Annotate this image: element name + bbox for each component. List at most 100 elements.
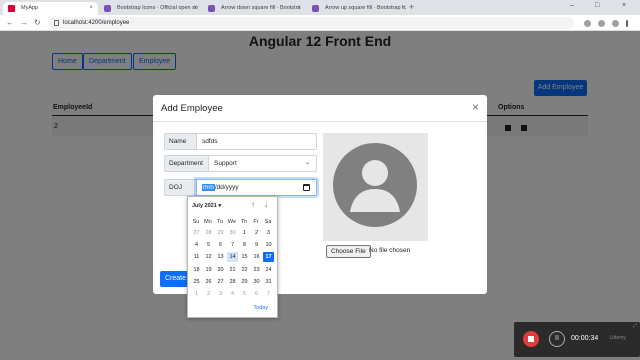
- calendar-day[interactable]: 4: [227, 289, 238, 299]
- choose-file-button[interactable]: Choose File: [326, 245, 371, 258]
- calendar-day[interactable]: 7: [263, 289, 274, 299]
- calendar-day[interactable]: 10: [263, 240, 274, 250]
- calendar-day[interactable]: 20: [215, 265, 226, 275]
- calendar-day[interactable]: 31: [263, 277, 274, 287]
- weekday-header: Su: [192, 219, 200, 225]
- tab-close-icon[interactable]: ×: [297, 2, 301, 15]
- calendar-day[interactable]: 18: [191, 265, 202, 275]
- department-select[interactable]: Support ⌄: [208, 155, 317, 172]
- browser-tab[interactable]: Arrow up square fill · Bootstrap Ic ×: [307, 2, 410, 15]
- weekday-header: We: [227, 219, 237, 225]
- browser-tab[interactable]: MyApp ×: [3, 2, 98, 15]
- browser-menu-icon[interactable]: [626, 20, 628, 27]
- pause-recording-button[interactable]: II: [549, 331, 565, 347]
- avatar-placeholder-icon: [333, 143, 417, 227]
- calendar-day[interactable]: 15: [239, 252, 250, 262]
- weekday-header: Tu: [216, 219, 224, 225]
- doj-label: DOJ: [164, 179, 197, 196]
- today-button[interactable]: Today: [253, 305, 268, 311]
- modal-title: Add Employee: [161, 103, 223, 114]
- month-year-selector[interactable]: July 2021 ▾: [192, 203, 221, 209]
- calendar-day[interactable]: 24: [263, 265, 274, 275]
- doj-month-segment[interactable]: mm: [202, 184, 215, 191]
- minimize-icon[interactable]: –: [570, 2, 574, 9]
- calendar-day[interactable]: 7: [227, 240, 238, 250]
- chevron-down-icon: ⌄: [304, 160, 310, 166]
- browser-tab[interactable]: Bootstrap Icons · Official open so ×: [99, 2, 202, 15]
- address-bar: ← → ↻ localhost:4200/employee: [0, 15, 640, 31]
- arrow-up-icon[interactable]: ↑: [251, 200, 255, 209]
- calendar-day[interactable]: 6: [251, 289, 262, 299]
- employee-photo: [323, 133, 428, 241]
- calendar-day[interactable]: 11: [191, 252, 202, 262]
- calendar-day[interactable]: 28: [203, 228, 214, 238]
- calendar-day[interactable]: 25: [191, 277, 202, 287]
- calendar-day[interactable]: 2: [203, 289, 214, 299]
- tab-close-icon[interactable]: ×: [401, 2, 405, 15]
- no-file-text: No file chosen: [369, 247, 411, 254]
- profile-icon[interactable]: [612, 20, 619, 27]
- recording-timer: 00:00:34: [571, 335, 599, 342]
- tab-favicon-icon: [8, 5, 15, 12]
- calendar-day[interactable]: 5: [239, 289, 250, 299]
- calendar-day[interactable]: 27: [215, 277, 226, 287]
- calendar-day[interactable]: 21: [227, 265, 238, 275]
- calendar-day[interactable]: 3: [263, 228, 274, 238]
- calendar-day[interactable]: 16: [251, 252, 262, 262]
- extension-icon[interactable]: [584, 20, 591, 27]
- forward-icon[interactable]: →: [20, 18, 28, 27]
- calendar-day[interactable]: 1: [191, 289, 202, 299]
- weekday-header: Fr: [253, 219, 259, 225]
- calendar-day[interactable]: 5: [203, 240, 214, 250]
- window-close-icon[interactable]: ×: [622, 2, 626, 9]
- calendar-day[interactable]: 6: [215, 240, 226, 250]
- maximize-icon[interactable]: □: [595, 2, 599, 9]
- calendar-day[interactable]: 12: [203, 252, 214, 262]
- calendar-day[interactable]: 29: [215, 228, 226, 238]
- stop-recording-button[interactable]: [523, 331, 539, 347]
- doj-rest-segment[interactable]: /dd/yyyy: [215, 184, 239, 191]
- extension-icon[interactable]: [598, 20, 605, 27]
- calendar-day[interactable]: 30: [227, 228, 238, 238]
- tab-title: Bootstrap Icons · Official open so: [117, 5, 198, 11]
- create-button[interactable]: Create: [160, 271, 190, 287]
- calendar-day[interactable]: 23: [251, 265, 262, 275]
- browser-tab[interactable]: Arrow down square fill · Bootstra ×: [203, 2, 306, 15]
- tab-title: Arrow up square fill · Bootstrap Ic: [325, 5, 407, 11]
- calendar-day[interactable]: 3: [215, 289, 226, 299]
- tab-close-icon[interactable]: ×: [89, 2, 93, 15]
- calendar-day[interactable]: 26: [203, 277, 214, 287]
- calendar-day[interactable]: 4: [191, 240, 202, 250]
- weekday-header: Mo: [204, 219, 212, 225]
- calendar-day[interactable]: 9: [251, 240, 262, 250]
- doj-date-input[interactable]: mm/dd/yyyy: [196, 179, 317, 196]
- screen-recorder-widget: II 00:00:34 Udemy ⤢: [514, 322, 640, 357]
- arrow-down-icon[interactable]: ↓: [264, 200, 268, 209]
- tab-favicon-icon: [104, 5, 111, 12]
- back-icon[interactable]: ←: [6, 18, 14, 27]
- calendar-day[interactable]: 13: [215, 252, 226, 262]
- calendar-day[interactable]: 22: [239, 265, 250, 275]
- modal-header: Add Employee ×: [153, 95, 487, 122]
- reload-icon[interactable]: ↻: [34, 18, 41, 27]
- calendar-day[interactable]: 14: [227, 252, 238, 263]
- calendar-icon[interactable]: [303, 184, 310, 191]
- calendar-day[interactable]: 8: [239, 240, 250, 250]
- calendar-day[interactable]: 17: [263, 252, 274, 263]
- calendar-day[interactable]: 2: [251, 228, 262, 238]
- url-input[interactable]: localhost:4200/employee: [49, 17, 574, 29]
- weekday-header: Th: [240, 219, 248, 225]
- calendar-day[interactable]: 19: [203, 265, 214, 275]
- tab-close-icon[interactable]: ×: [193, 2, 197, 15]
- date-picker-popup: July 2021 ▾ ↑ ↓ Today Su Mo Tu We Th Fr Sa 27 28…: [187, 196, 278, 318]
- url-text: localhost:4200/employee: [63, 20, 130, 26]
- calendar-day[interactable]: 1: [239, 228, 250, 238]
- weekday-header: Sa: [264, 219, 272, 225]
- calendar-day[interactable]: 30: [251, 277, 262, 287]
- calendar-day[interactable]: 28: [227, 277, 238, 287]
- expand-icon[interactable]: ⤢: [633, 323, 637, 329]
- name-input[interactable]: sdfds: [196, 133, 317, 150]
- close-icon[interactable]: ×: [472, 100, 479, 114]
- calendar-day[interactable]: 29: [239, 277, 250, 287]
- calendar-day[interactable]: 27: [191, 228, 202, 238]
